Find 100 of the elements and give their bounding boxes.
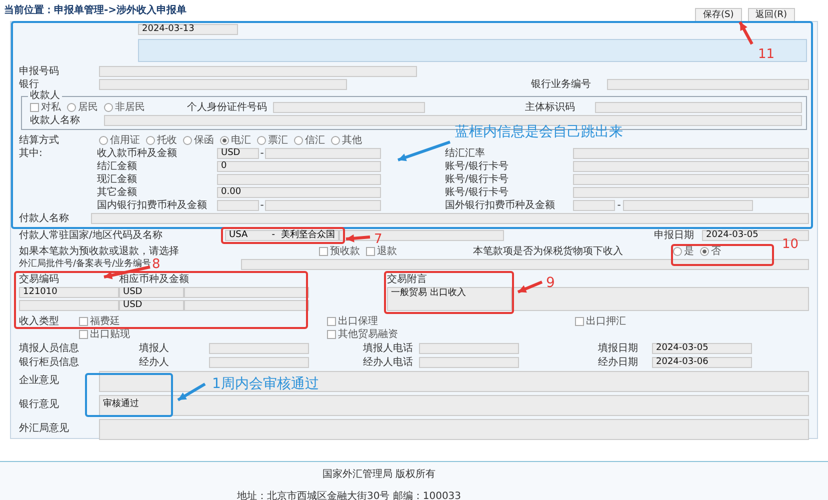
input-field[interactable] (419, 356, 519, 368)
input-field[interactable] (241, 258, 809, 270)
settlement-option[interactable]: 票汇 (257, 134, 288, 146)
amount-field[interactable]: 0.00 (217, 186, 381, 198)
payee-type-option[interactable]: 对私 (30, 102, 61, 112)
annotation-note: 8 (152, 257, 160, 272)
field-label: 付款人常驻国家/地区代码及名称 (19, 230, 164, 240)
field-label: 填报人员信息 (19, 342, 80, 354)
amount-field[interactable] (623, 200, 753, 210)
amount-field[interactable] (265, 148, 381, 158)
code-field[interactable]: 121010 (19, 286, 119, 298)
field-label: 填报人电话 (362, 342, 414, 354)
field-label: 外汇局意见 (19, 422, 70, 434)
refund-option[interactable]: 退款 (366, 246, 397, 256)
field-label: 结汇金额 (97, 160, 138, 172)
field-label: 填报日期 (597, 342, 639, 354)
settlement-option[interactable]: 托收 (146, 134, 177, 146)
input-field[interactable] (595, 102, 802, 112)
currency-field[interactable]: USD (217, 148, 259, 158)
field-label: 结汇汇率 (444, 148, 486, 158)
field-label: 主体标识码 (525, 102, 576, 112)
group-legend: 收款人 (28, 90, 62, 101)
settlement-option[interactable]: 电汇 (220, 134, 251, 146)
annotation-note: 蓝框内信息是会自己跳出来 (455, 124, 623, 140)
field-label: 银行业务编号 (531, 78, 592, 90)
input-field[interactable] (573, 148, 809, 158)
column-label: 交易编码 (19, 274, 60, 284)
country-field[interactable]: USA - 美利坚合众国 (225, 230, 339, 240)
amount-field[interactable] (184, 286, 309, 298)
refund-option[interactable]: 预收款 (319, 246, 360, 256)
text-area[interactable] (138, 39, 807, 62)
address-text: 地址：北京市西城区金融大街30号 邮编：100033 (236, 491, 462, 500)
date-field[interactable]: 2024-03-13 (138, 24, 238, 35)
currency-field[interactable]: USD (119, 300, 184, 310)
input-field[interactable] (91, 212, 809, 224)
income-type-option[interactable]: 出口押汇 (575, 316, 719, 327)
currency-field[interactable] (573, 200, 615, 210)
amount-field[interactable] (217, 174, 381, 184)
field-label: 经办人 (139, 356, 170, 368)
currency-field[interactable] (217, 200, 259, 210)
amount-field[interactable] (265, 200, 381, 210)
income-type-option[interactable]: 其他贸易融资 (327, 329, 569, 340)
copyright-text: 国家外汇管理局 版权所有 (322, 469, 436, 480)
bonded-option[interactable]: 是 (673, 246, 694, 256)
field-label: 国外银行扣费币种及金额 (444, 200, 556, 210)
field-label: 其中: (19, 148, 44, 158)
income-type-option[interactable]: 出口保理 (327, 316, 569, 327)
input-field[interactable] (273, 102, 425, 112)
date-field[interactable]: 2024-03-05 (652, 342, 752, 354)
field-label: 收入类型 (19, 316, 60, 329)
amount-field[interactable]: 0 (217, 160, 381, 172)
input-field[interactable] (573, 160, 809, 172)
input-field[interactable] (512, 286, 809, 310)
text-area[interactable]: 审核通过 (99, 395, 809, 416)
income-type-option[interactable]: 福费廷 (79, 316, 321, 327)
input-field[interactable] (209, 356, 309, 368)
field-label: 账号/银行卡号 (444, 186, 510, 198)
field-label: 银行柜员信息 (19, 356, 80, 368)
settlement-option[interactable]: 信用证 (99, 134, 140, 146)
input-field[interactable] (419, 342, 519, 354)
separator-dash: - (259, 200, 265, 210)
payee-type-option[interactable]: 居民 (67, 102, 98, 112)
code-field[interactable] (19, 300, 119, 310)
input-field[interactable] (573, 186, 809, 198)
field-label: 结算方式 (19, 134, 60, 146)
date-field[interactable]: 2024-03-06 (652, 356, 752, 368)
field-label: 收入款币种及金额 (97, 148, 178, 158)
toolbar-button[interactable]: 保存(S) (694, 8, 742, 22)
input-field[interactable] (99, 78, 347, 90)
separator-dash: - (259, 148, 265, 158)
field-label: 国内银行扣费币种及金额 (97, 200, 208, 210)
settlement-option[interactable]: 保函 (183, 134, 214, 146)
amount-field[interactable] (184, 300, 309, 310)
annotation-note: 7 (374, 232, 382, 247)
toolbar-button[interactable]: 返回(R) (748, 8, 795, 22)
field-label: 银行 (19, 78, 40, 90)
settlement-option[interactable]: 信汇 (294, 134, 325, 146)
field-label: 填报人 (139, 342, 170, 354)
currency-field[interactable]: USD (119, 286, 184, 298)
input-field[interactable] (607, 78, 809, 90)
field-label: 经办人电话 (362, 356, 414, 368)
remark-field[interactable]: 一般贸易 出口收入 (387, 286, 512, 310)
input-field[interactable] (209, 342, 309, 354)
field-label: 申报号码 (19, 66, 60, 76)
annotation-note: 11 (758, 47, 775, 62)
separator-dash: - (616, 200, 622, 210)
bonded-option[interactable]: 否 (700, 246, 721, 256)
field-label: 个人身份证件号码 (187, 102, 268, 112)
input-field[interactable] (573, 174, 809, 184)
text-area[interactable] (99, 371, 809, 392)
income-type-option[interactable]: 出口贴现 (79, 329, 321, 340)
settlement-option[interactable]: 其他 (331, 134, 362, 146)
field-label: 申报日期 (654, 230, 695, 240)
field-label: 收款人名称 (30, 114, 81, 126)
payee-type-option[interactable]: 非居民 (104, 102, 145, 112)
input-field[interactable] (99, 66, 417, 76)
annotation-note: 9 (546, 275, 555, 291)
text-area[interactable] (99, 419, 809, 440)
input-field[interactable] (104, 114, 802, 126)
breadcrumb: 当前位置：申报单管理->涉外收入申报单 (4, 5, 187, 16)
